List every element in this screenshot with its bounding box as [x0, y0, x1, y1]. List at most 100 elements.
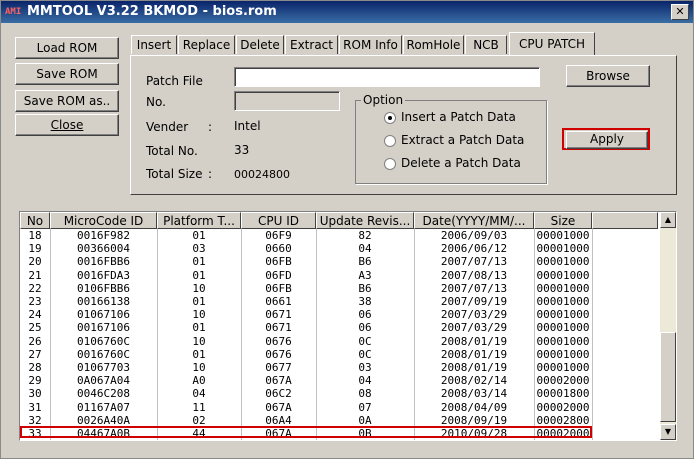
cell-no: 28 — [28, 361, 42, 374]
col-header-no[interactable]: No — [20, 212, 50, 229]
cell-size: 00001000 — [536, 334, 590, 348]
cell-cpu-id: 0676 — [265, 334, 292, 348]
vertical-scrollbar[interactable]: ▲ ▼ — [660, 212, 676, 440]
cell-cpu-id: 06FD — [265, 268, 292, 282]
table-row[interactable]: 22 0106FBB6 10 06FB B6 2007/07/13 00001000 — [20, 282, 658, 295]
cell-microcode-id: 01067703 — [77, 361, 130, 374]
cell-update-revision: B6 — [358, 255, 372, 269]
cell-no: 30 — [28, 387, 42, 401]
apply-button[interactable]: Apply — [566, 131, 648, 149]
app-icon: AMI — [5, 7, 22, 17]
cell-size: 00002000 — [536, 374, 590, 388]
save-rom-button[interactable]: Save ROM — [15, 63, 119, 85]
extract-patch-label[interactable]: Extract a Patch Data — [401, 133, 524, 147]
close-button[interactable]: Close — [15, 114, 119, 136]
tab-ncb[interactable]: NCB — [465, 35, 507, 54]
patch-file-input[interactable] — [234, 67, 540, 87]
table-row[interactable]: 27 0016760C 01 0676 0C 2008/01/19 00001000 — [20, 348, 658, 361]
cell-size: 00001000 — [536, 229, 590, 242]
table-row[interactable]: 28 01067703 10 0677 03 2008/01/19 00001000 — [20, 361, 658, 374]
cell-microcode-id: 0016FDA3 — [77, 268, 130, 282]
cell-platform: 10 — [192, 334, 206, 348]
cell-no: 31 — [28, 400, 42, 414]
cell-date: 2008/03/14 — [440, 387, 508, 401]
microcode-table[interactable]: No MicroCode ID Platform T... CPU ID Upd… — [19, 211, 677, 441]
cell-microcode-id: 00166138 — [77, 295, 130, 308]
tab-romhole[interactable]: RomHole — [403, 35, 464, 54]
cell-cpu-id: 067A — [265, 400, 292, 414]
cell-cpu-id: 06F9 — [265, 229, 292, 242]
cell-platform: 10 — [192, 308, 206, 322]
cell-no: 32 — [28, 413, 42, 427]
cell-microcode-id: 00167106 — [77, 321, 130, 335]
table-row[interactable]: 24 01067106 10 0671 06 2007/03/29 00001000 — [20, 308, 658, 321]
cell-date: 2008/04/09 — [440, 400, 508, 414]
close-window-button[interactable]: ✕ — [671, 4, 689, 20]
tab-rom-info[interactable]: ROM Info — [339, 35, 402, 54]
tab-insert[interactable]: Insert — [131, 35, 177, 54]
cell-date: 2006/06/12 — [440, 242, 508, 256]
cell-cpu-id: 06FB — [265, 255, 292, 269]
scroll-down-arrow-icon[interactable]: ▼ — [660, 424, 676, 440]
col-header-platform[interactable]: Platform T... — [157, 212, 241, 229]
table-row[interactable]: 30 0046C208 04 06C2 08 2008/03/14 00001800 — [20, 387, 658, 400]
table-row[interactable]: 25 00167106 01 0671 06 2007/03/29 00001000 — [20, 321, 658, 334]
col-header-update-revision[interactable]: Update Revis... — [316, 212, 414, 229]
cell-size: 00001000 — [536, 347, 590, 361]
cell-microcode-id: 01067106 — [77, 308, 130, 322]
extract-patch-radio[interactable] — [384, 135, 396, 147]
col-header-microcode-id[interactable]: MicroCode ID — [50, 212, 157, 229]
table-row[interactable]: 18 0016F982 01 06F9 82 2006/09/03 00001000 — [20, 229, 658, 242]
col-header-size[interactable]: Size — [534, 212, 592, 229]
main-window: AMI MMTOOL V3.22 BKMOD - bios.rom ✕ Load… — [0, 0, 694, 459]
tab-delete[interactable]: Delete — [236, 35, 284, 54]
scroll-thumb[interactable] — [660, 332, 676, 422]
cell-no: 25 — [28, 321, 42, 335]
cell-no: 26 — [28, 334, 42, 348]
cell-microcode-id: 0016FBB6 — [77, 255, 130, 269]
cell-date: 2008/01/19 — [440, 347, 508, 361]
save-rom-as-button[interactable]: Save ROM as.. — [15, 90, 119, 112]
cell-date: 2007/09/19 — [440, 295, 508, 308]
cell-date: 2007/03/29 — [440, 308, 508, 322]
cell-update-revision: 0C — [358, 347, 372, 361]
cell-cpu-id: 067A — [265, 374, 292, 388]
patch-file-label: Patch File — [146, 74, 203, 88]
col-header-cpu-id[interactable]: CPU ID — [241, 212, 316, 229]
table-row[interactable]: 20 0016FBB6 01 06FB B6 2007/07/13 00001000 — [20, 255, 658, 268]
table-row[interactable]: 19 00366004 03 0660 04 2006/06/12 00001000 — [20, 242, 658, 255]
cell-cpu-id: 0671 — [265, 321, 292, 335]
browse-button[interactable]: Browse — [566, 65, 650, 87]
tab-extract[interactable]: Extract — [285, 35, 338, 54]
scroll-up-arrow-icon[interactable]: ▲ — [660, 212, 676, 228]
load-rom-button[interactable]: Load ROM — [15, 37, 119, 59]
total-size-value: 00024800 — [234, 168, 290, 181]
delete-patch-label[interactable]: Delete a Patch Data — [401, 156, 521, 170]
table-row[interactable]: 21 0016FDA3 01 06FD A3 2007/08/13 00001000 — [20, 269, 658, 282]
table-row[interactable]: 32 0026A40A 02 06A4 0A 2008/09/19 00002800 — [20, 414, 658, 427]
table-row[interactable]: 23 00166138 01 0661 38 2007/09/19 00001000 — [20, 295, 658, 308]
table-row[interactable]: 26 0106760C 10 0676 0C 2008/01/19 00001000 — [20, 335, 658, 348]
cell-platform: 01 — [192, 321, 206, 335]
cell-platform: A0 — [192, 374, 206, 388]
tab-cpu-patch[interactable]: CPU PATCH — [509, 32, 595, 55]
table-row[interactable]: 29 0A067A04 A0 067A 04 2008/02/14 00002000 — [20, 374, 658, 387]
cell-date: 2008/01/19 — [440, 361, 508, 374]
cell-date: 2007/08/13 — [440, 268, 508, 282]
title-bar[interactable]: AMI MMTOOL V3.22 BKMOD - bios.rom ✕ — [1, 1, 693, 23]
cell-update-revision: B6 — [358, 281, 372, 295]
table-row[interactable]: 31 01167A07 11 067A 07 2008/04/09 00002000 — [20, 401, 658, 414]
total-no-label: Total No. — [146, 144, 198, 158]
radio-selected-dot — [388, 116, 392, 120]
row-33-highlight — [20, 426, 592, 438]
cell-microcode-id: 0106760C — [77, 334, 130, 348]
tab-replace[interactable]: Replace — [178, 35, 235, 54]
cell-date: 2008/09/19 — [440, 413, 508, 427]
insert-patch-label[interactable]: Insert a Patch Data — [401, 110, 516, 124]
vendor-separator: : — [208, 120, 213, 134]
col-header-date[interactable]: Date(YYYY/MM/... — [414, 212, 534, 229]
insert-patch-radio[interactable] — [384, 112, 396, 124]
cell-no: 19 — [28, 242, 42, 256]
cell-update-revision: 0A — [358, 413, 372, 427]
delete-patch-radio[interactable] — [384, 158, 396, 170]
